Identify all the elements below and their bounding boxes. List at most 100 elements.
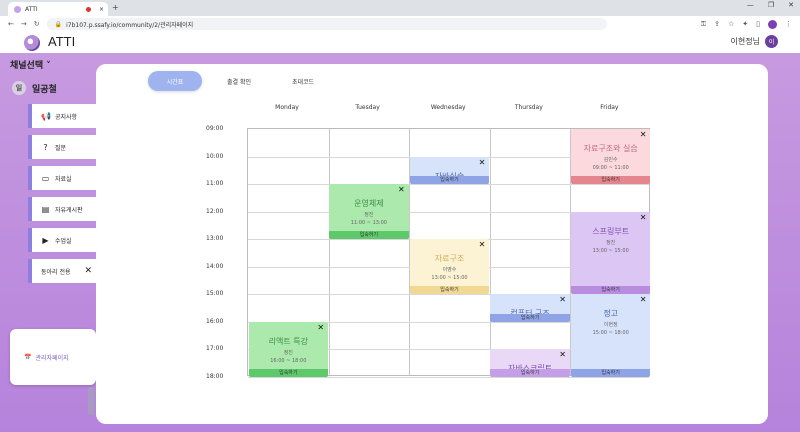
logo-icon[interactable] — [24, 35, 40, 51]
panel-tab[interactable]: 출결 확인 — [212, 71, 266, 91]
url-text: i7b107.p.ssafy.io/community/2/관리자페이지 — [66, 21, 194, 29]
nav-item-icon: ? — [43, 142, 48, 152]
profile-avatar[interactable] — [768, 19, 777, 29]
event-join-bar[interactable]: 입숙하기 — [490, 313, 570, 322]
minimize-button[interactable]: — — [747, 1, 754, 9]
day-header: Monday — [275, 104, 299, 111]
calendar-icon: 📅 — [24, 353, 32, 361]
delete-event-icon[interactable]: ✕ — [640, 130, 647, 139]
star-icon[interactable]: ☆ — [728, 20, 734, 28]
delete-event-icon[interactable]: ✕ — [640, 213, 647, 222]
browser-tab[interactable]: ATTI × — [8, 2, 108, 16]
browser-actions: ⚿ ⇪ ☆ ✦ ▯ ⋮ — [701, 19, 800, 29]
nav-item-icon: ▭ — [41, 173, 50, 183]
event-card[interactable]: 컴퓨터 구조정진✕입숙하기 — [490, 294, 570, 322]
grid-row-divider — [248, 184, 649, 185]
sidebar-item[interactable]: ▭ 자료실 — [28, 166, 96, 190]
event-card[interactable]: 자료구조 이영수 13:00 ~ 15:00 ✕ 입숙하기 — [409, 239, 490, 294]
event-card[interactable]: 자료구조와 실습 김민수 09:00 ~ 11:00 ✕ 입숙하기 — [570, 129, 651, 184]
delete-event-icon[interactable]: ✕ — [479, 158, 486, 167]
sidebar-item[interactable]: 동아리 전용 ✕ — [28, 259, 96, 283]
timetable-grid: 자료구조와 실습김민수09:00 ~ 11:00✕입숙하기자바실습이은희✕입숙하… — [247, 128, 651, 378]
maximize-button[interactable]: ❐ — [768, 1, 774, 9]
event-time: 09:00 ~ 11:00 — [592, 165, 629, 171]
extensions-icon[interactable]: ✦ — [742, 20, 748, 28]
recording-icon — [85, 6, 91, 12]
sidebar-toggle-handle[interactable] — [88, 387, 94, 415]
event-time: 15:00 ~ 18:00 — [592, 330, 629, 336]
event-time: 16:00 ~ 18:00 — [270, 357, 307, 364]
remove-item-icon[interactable]: ✕ — [84, 266, 92, 276]
favicon-icon — [14, 5, 21, 13]
event-join-bar[interactable]: 입숙하기 — [329, 231, 409, 239]
group-header[interactable]: 일 일공철 — [12, 81, 57, 95]
time-label: 14:00 — [206, 262, 224, 270]
channel-select[interactable]: 채널선택 ˅ — [10, 58, 51, 71]
event-card[interactable]: 스프링부트 정진 13:00 ~ 15:00 ✕ 입숙하기 — [570, 211, 651, 294]
sidebar-item[interactable]: 📢 공지사항 — [28, 104, 96, 128]
event-join-bar[interactable]: 입숙하기 — [409, 286, 490, 294]
panel-tab[interactable]: 시간표 — [148, 71, 202, 91]
lock-icon: 🔒 — [54, 20, 63, 28]
address-bar: ← → ↻ 🔒 i7b107.p.ssafy.io/community/2/관리… — [0, 16, 800, 32]
event-instructor: 정진 — [364, 212, 374, 218]
url-field[interactable]: 🔒 i7b107.p.ssafy.io/community/2/관리자페이지 — [46, 18, 607, 30]
forward-icon[interactable]: → — [21, 20, 27, 28]
event-card[interactable]: 자바스크립트이영해✕입숙하기 — [490, 349, 570, 377]
event-card[interactable]: 자바실습이은희✕입숙하기 — [409, 156, 490, 184]
nav-item-icon: 📢 — [41, 111, 51, 121]
time-label: 09:00 — [206, 125, 224, 132]
delete-event-icon[interactable]: ✕ — [317, 323, 324, 332]
event-join-bar[interactable]: 입숙하기 — [248, 368, 329, 377]
sidebar-item[interactable]: ▶ 수업실 — [28, 228, 96, 252]
event-card[interactable]: 운영체제 정진 11:00 ~ 13:00 ✕ 입숙하기 — [329, 184, 409, 239]
key-icon[interactable]: ⚿ — [701, 20, 706, 29]
timetable-panel: 시간표 출결 확인 초대코드 Monday Tuesday Wednesday Thurs… — [96, 64, 768, 424]
tab-close-icon[interactable]: × — [99, 6, 104, 13]
delete-event-icon[interactable]: ✕ — [559, 295, 566, 304]
event-card[interactable]: 정고 이현정 15:00 ~ 18:00 ✕ 입숙하기 — [570, 294, 651, 377]
panel-tabs: 시간표 출결 확인 초대코드 — [148, 71, 340, 91]
menu-icon[interactable]: ⋮ — [785, 20, 792, 28]
user-menu[interactable]: 이현정님 이 — [731, 35, 778, 48]
event-time: 13:00 ~ 15:00 — [431, 275, 468, 281]
event-title: 리액트 특강 — [268, 336, 308, 346]
sidebar-item[interactable]: ▤ 자유게시판 — [28, 197, 96, 221]
time-label: 11:00 — [206, 180, 224, 187]
sidebar-item[interactable]: ? 질문 — [28, 135, 96, 159]
time-label: 16:00 — [206, 317, 224, 325]
event-join-bar[interactable]: 입숙하기 — [409, 176, 490, 184]
delete-event-icon[interactable]: ✕ — [479, 240, 486, 249]
time-label: 17:00 — [206, 345, 224, 352]
event-join-bar[interactable]: 입숙하기 — [570, 368, 651, 377]
event-join-bar[interactable]: 입숙하기 — [490, 368, 570, 377]
event-instructor: 이영수 — [442, 267, 457, 273]
close-window-button[interactable]: ✕ — [788, 1, 794, 9]
nav-item-icon: ▤ — [41, 204, 50, 214]
sidebar-item-label: 자료실 — [55, 175, 72, 183]
day-header: Wednesday — [430, 104, 466, 111]
time-label: 13:00 — [206, 235, 224, 242]
event-card[interactable]: 리액트 특강 정진 16:00 ~ 18:00 ✕ 입숙하기 — [248, 321, 329, 377]
back-icon[interactable]: ← — [8, 20, 14, 28]
event-time: 11:00 ~ 13:00 — [350, 220, 387, 226]
group-avatar: 일 — [12, 81, 26, 95]
user-avatar[interactable]: 이 — [765, 35, 778, 48]
delete-event-icon[interactable]: ✕ — [640, 295, 647, 304]
panel-tab[interactable]: 초대코드 — [276, 71, 330, 91]
event-join-bar[interactable]: 입숙하기 — [570, 176, 651, 184]
sidebar-icon[interactable]: ▯ — [756, 20, 760, 28]
share-icon[interactable]: ⇪ — [714, 20, 720, 28]
event-instructor: 이현정 — [603, 322, 618, 328]
sidebar-nav: 📢 공지사항 ? 질문 ▭ 자료실 ▤ 자유게시판 ▶ 수업실동아리 전용 ✕ — [28, 104, 96, 290]
delete-event-icon[interactable]: ✕ — [398, 185, 405, 194]
day-header: Friday — [600, 104, 619, 111]
grid-column-divider — [489, 129, 491, 375]
reload-icon[interactable]: ↻ — [34, 20, 40, 28]
event-title: 자료구조와 실습 — [583, 144, 638, 153]
admin-page-button[interactable]: 📅 관리자페이지 — [10, 329, 96, 385]
time-label: 15:00 — [206, 290, 224, 297]
new-tab-button[interactable]: + — [112, 3, 119, 12]
event-join-bar[interactable]: 입숙하기 — [570, 286, 651, 294]
delete-event-icon[interactable]: ✕ — [559, 350, 566, 359]
